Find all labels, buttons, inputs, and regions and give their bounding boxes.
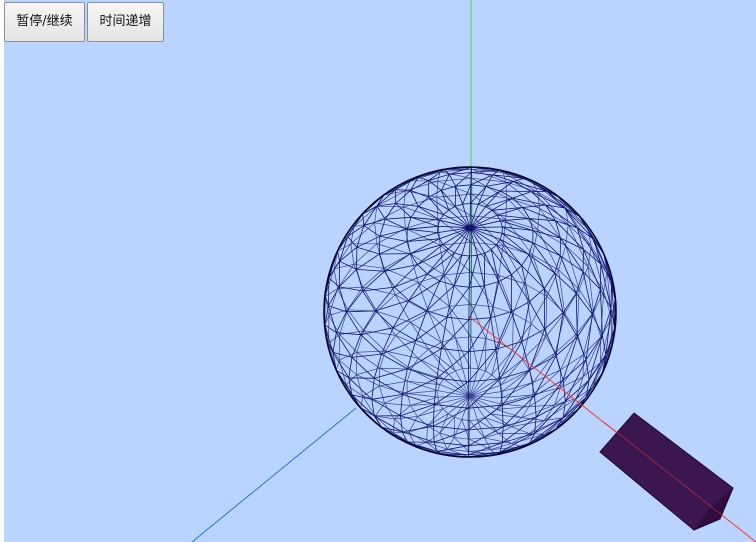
axis-z-line <box>191 407 357 542</box>
control-toolbar: 暂停/继续 时间递增 <box>4 2 164 42</box>
axis-x-through-box <box>603 421 756 542</box>
rotating-box <box>599 412 756 542</box>
time-increment-button[interactable]: 时间递增 <box>87 2 164 42</box>
pause-resume-button[interactable]: 暂停/继续 <box>4 2 85 42</box>
wireframe-sphere <box>323 166 617 458</box>
three-d-scene <box>191 0 756 542</box>
webgl-canvas[interactable] <box>4 0 756 542</box>
